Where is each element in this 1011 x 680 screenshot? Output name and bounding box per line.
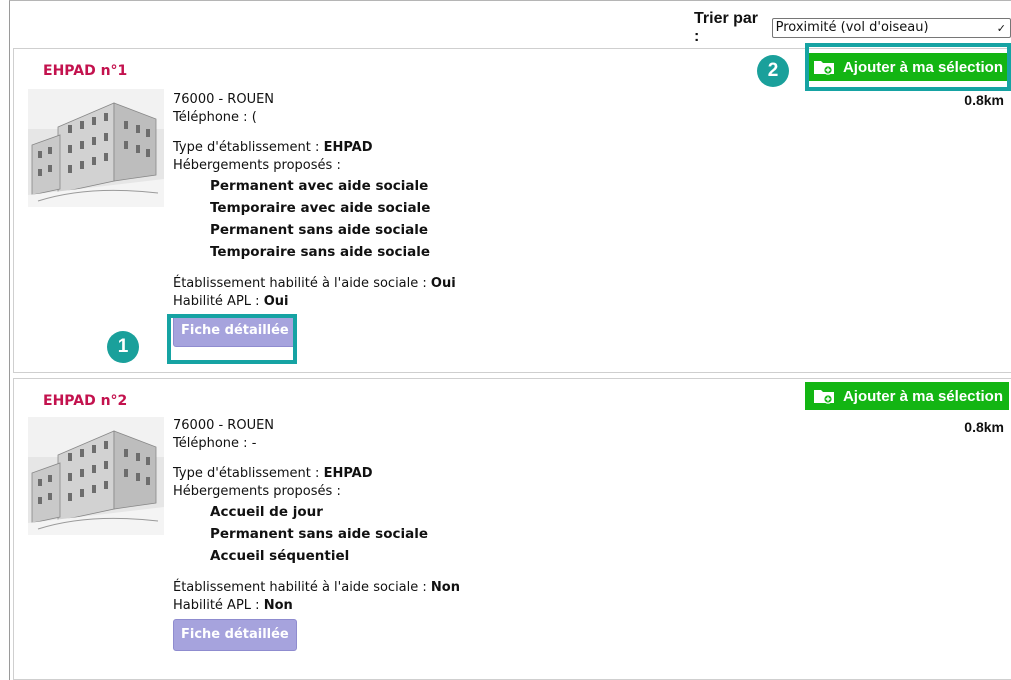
apl-label: Habilité APL : [173, 598, 260, 613]
list-item: Permanent avec aide sociale [210, 178, 429, 194]
apl-row: Habilité APL : Non [173, 597, 460, 615]
building-photo [28, 89, 164, 207]
step-badge-1: 1 [107, 331, 139, 363]
add-button-label: Ajouter à ma sélection [842, 387, 1003, 405]
list-item: Accueil de jour [210, 504, 323, 520]
telephone-label: Téléphone : [173, 436, 248, 451]
result-card-2: EHPAD n°2 76000 - ROUEN Téléphone : - Ty… [13, 378, 1011, 680]
list-item: Temporaire sans aide sociale [210, 244, 431, 260]
type-label: Type d'établissement : [173, 466, 320, 481]
type-value: EHPAD [323, 140, 373, 155]
telephone-row: Téléphone : - [173, 435, 460, 453]
aide-sociale-row: Établissement habilité à l'aide sociale … [173, 579, 460, 597]
sort-selected-value: Proximité (vol d'oiseau) [775, 20, 929, 35]
hebergements-label: Hébergements proposés : [173, 484, 341, 499]
apl-value: Oui [263, 294, 289, 309]
address: 76000 - ROUEN [173, 418, 275, 433]
distance: 0.8km [964, 92, 1004, 108]
highlight-fiche-button [167, 314, 297, 364]
aide-sociale-value: Non [430, 580, 460, 595]
address: 76000 - ROUEN [173, 92, 275, 107]
fiche-detaillee-button[interactable]: Fiche détaillée [173, 619, 297, 651]
step-badge-2: 2 [757, 55, 789, 87]
result-title: EHPAD n°2 [43, 393, 128, 409]
list-item: Permanent sans aide sociale [210, 222, 428, 238]
add-to-selection-button[interactable]: Ajouter à ma sélection [804, 382, 1009, 410]
list-item: Temporaire avec aide sociale [210, 200, 431, 216]
highlight-add-button [805, 43, 1011, 91]
telephone-value: ( [251, 110, 257, 125]
result-title: EHPAD n°1 [43, 63, 128, 79]
distance: 0.8km [964, 419, 1004, 435]
aide-sociale-value: Oui [430, 276, 456, 291]
type-row: Type d'établissement : EHPAD [173, 139, 456, 157]
telephone-label: Téléphone : [173, 110, 248, 125]
hebergements-list: Permanent avec aide sociale Temporaire a… [173, 175, 456, 263]
telephone-value: - [251, 436, 257, 451]
building-photo [28, 417, 164, 535]
type-value: EHPAD [323, 466, 373, 481]
hebergements-label: Hébergements proposés : [173, 158, 341, 173]
type-row: Type d'établissement : EHPAD [173, 465, 460, 483]
result-info: 76000 - ROUEN Téléphone : ( Type d'établ… [173, 91, 456, 347]
chevron-down-icon: ✓ [996, 22, 1006, 35]
folder-add-icon [813, 390, 834, 404]
telephone-row: Téléphone : ( [173, 109, 456, 127]
result-card-1: EHPAD n°1 76000 - ROUEN Téléphone : ( Ty… [13, 48, 1011, 373]
result-info: 76000 - ROUEN Téléphone : - Type d'établ… [173, 417, 460, 651]
sort-select[interactable]: Proximité (vol d'oiseau) ✓ [771, 18, 1011, 38]
aide-sociale-label: Établissement habilité à l'aide sociale … [173, 580, 427, 595]
list-item: Accueil séquentiel [210, 548, 350, 564]
aide-sociale-label: Établissement habilité à l'aide sociale … [173, 276, 427, 291]
aide-sociale-row: Établissement habilité à l'aide sociale … [173, 275, 456, 293]
apl-value: Non [263, 598, 293, 613]
apl-row: Habilité APL : Oui [173, 293, 456, 311]
sort-bar: Trier par : Proximité (vol d'oiseau) ✓ [694, 10, 1011, 46]
type-label: Type d'établissement : [173, 140, 320, 155]
list-item: Permanent sans aide sociale [210, 526, 428, 542]
sort-label: Trier par : [694, 10, 759, 45]
apl-label: Habilité APL : [173, 294, 260, 309]
hebergements-list: Accueil de jour Permanent sans aide soci… [173, 501, 460, 567]
